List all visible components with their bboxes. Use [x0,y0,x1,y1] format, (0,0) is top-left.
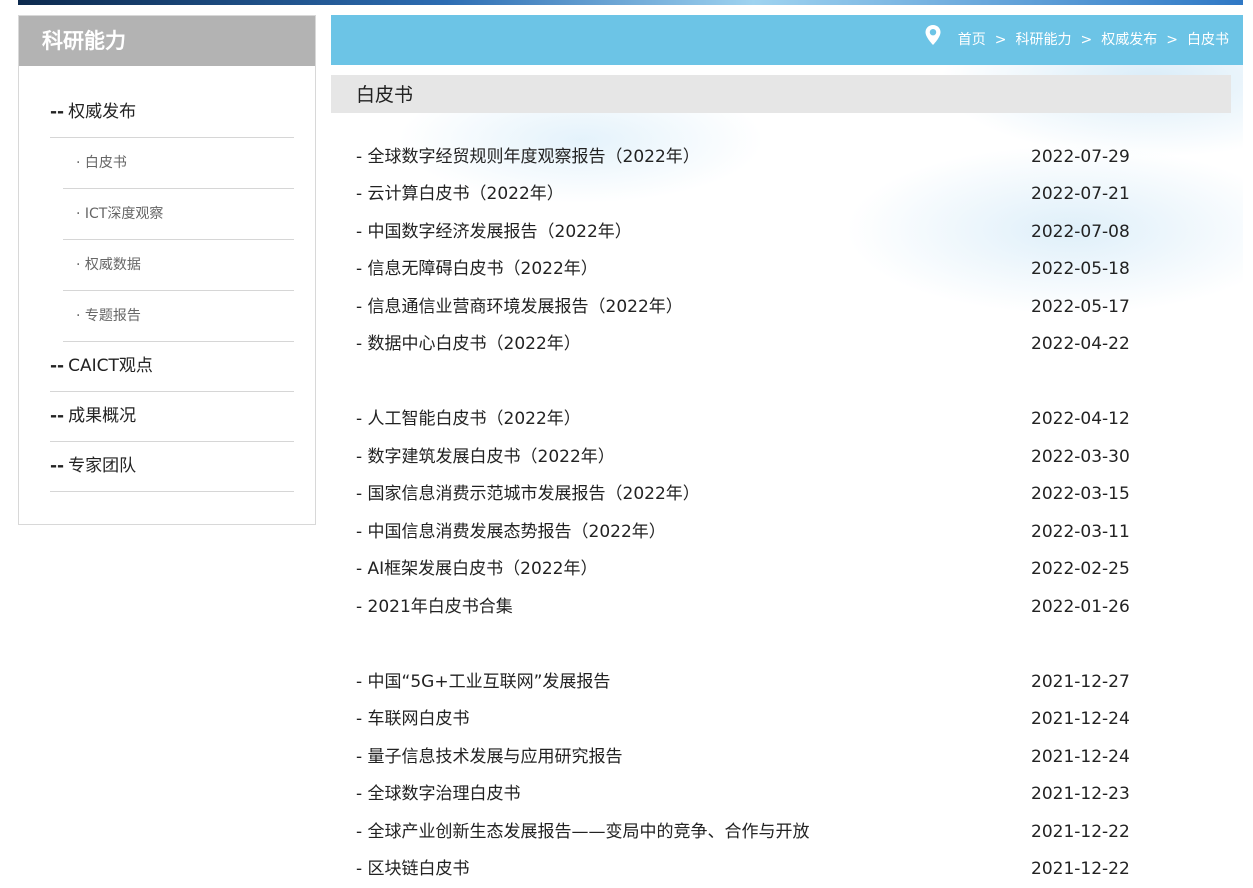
list-item[interactable]: - 全球数字经贸规则年度观察报告（2022年） 2022-07-29 [356,138,1146,168]
list-item[interactable]: - 全球数字治理白皮书 2021-12-23 [356,775,1146,805]
article-date: 2022-07-08 [1031,222,1130,242]
article-title[interactable]: - AI框架发展白皮书（2022年） [356,550,597,588]
article-date: 2022-05-17 [1031,297,1130,317]
menu-dash: -- [50,456,65,476]
list-item[interactable]: - 2021年白皮书合集 2022-01-26 [356,588,1146,618]
submenu-label: 白皮书 [84,155,127,171]
breadcrumb-bar: 首页 > 科研能力 > 权威发布 > 白皮书 [331,15,1243,65]
submenu-item-special-report[interactable]: · 专题报告 [63,291,294,342]
list-item[interactable]: - 人工智能白皮书（2022年） 2022-04-12 [356,400,1146,430]
menu-label: 专家团队 [68,456,137,476]
breadcrumb-separator: > [1166,32,1178,48]
article-title[interactable]: - 量子信息技术发展与应用研究报告 [356,738,623,776]
submenu-bullet: · [76,308,81,324]
menu-dash: -- [50,406,65,426]
list-item[interactable]: - 中国“5G+工业互联网”发展报告 2021-12-27 [356,663,1146,693]
breadcrumb-authoritative-release[interactable]: 权威发布 [1101,12,1157,68]
list-item[interactable]: - 信息无障碍白皮书（2022年） 2022-05-18 [356,250,1146,280]
article-title[interactable]: - 中国信息消费发展态势报告（2022年） [356,513,666,551]
sidebar-menu: -- 权威发布 · 白皮书 · ICT深度观察 · 权威数据 · 专题报告 -- C… [50,88,294,492]
menu-label: 成果概况 [68,406,137,426]
submenu-label: ICT深度观察 [84,206,164,222]
article-date: 2021-12-27 [1031,672,1130,692]
breadcrumb-separator: > [1080,32,1093,48]
list-item[interactable]: - 数字建筑发展白皮书（2022年） 2022-03-30 [356,438,1146,468]
article-title[interactable]: - 中国数字经济发展报告（2022年） [356,213,632,251]
article-date: 2021-12-24 [1031,709,1130,729]
menu-dash: -- [50,102,65,122]
article-date: 2021-12-23 [1031,784,1130,804]
submenu-item-ict-observation[interactable]: · ICT深度观察 [63,189,294,240]
article-title[interactable]: - 中国“5G+工业互联网”发展报告 [356,663,610,701]
article-title[interactable]: - 数据中心白皮书（2022年） [356,325,581,363]
breadcrumb: 首页 > 科研能力 > 权威发布 > 白皮书 [924,15,1229,65]
submenu-bullet: · [76,155,81,171]
submenu-bullet: · [76,257,81,273]
article-title[interactable]: - 全球数字经贸规则年度观察报告（2022年） [356,138,700,176]
article-title[interactable]: - 信息通信业营商环境发展报告（2022年） [356,288,683,326]
menu-item-caict-viewpoint[interactable]: -- CAICT观点 [50,342,294,392]
list-item[interactable]: - 区块链白皮书 2021-12-22 [356,850,1146,880]
article-date: 2022-07-21 [1031,184,1130,204]
article-title[interactable]: - 区块链白皮书 [356,850,470,888]
sidebar-title: 科研能力 [19,16,315,66]
menu-item-expert-team[interactable]: -- 专家团队 [50,442,294,492]
list-item[interactable]: - 车联网白皮书 2021-12-24 [356,700,1146,730]
article-date: 2022-05-18 [1031,259,1130,279]
article-title[interactable]: - 全球产业创新生态发展报告——变局中的竞争、合作与开放 [356,813,810,851]
menu-label: CAICT观点 [68,356,153,376]
submenu-item-whitepaper[interactable]: · 白皮书 [63,138,294,189]
article-title[interactable]: - 车联网白皮书 [356,700,470,738]
article-date: 2022-03-15 [1031,484,1130,504]
article-date: 2021-12-22 [1031,859,1130,879]
list-item[interactable]: - 数据中心白皮书（2022年） 2022-04-22 [356,325,1146,355]
article-date: 2022-04-22 [1031,334,1130,354]
breadcrumb-research[interactable]: 科研能力 [1016,12,1072,68]
list-item[interactable]: - 中国数字经济发展报告（2022年） 2022-07-08 [356,213,1146,243]
article-title[interactable]: - 全球数字治理白皮书 [356,775,521,813]
article-title[interactable]: - 2021年白皮书合集 [356,588,513,626]
list-item[interactable]: - 量子信息技术发展与应用研究报告 2021-12-24 [356,738,1146,768]
article-date: 2022-03-30 [1031,447,1130,467]
breadcrumb-home[interactable]: 首页 [958,12,986,68]
location-pin-icon [925,25,941,45]
article-date: 2022-04-12 [1031,409,1130,429]
article-title[interactable]: - 信息无障碍白皮书（2022年） [356,250,598,288]
list-item[interactable]: - 国家信息消费示范城市发展报告（2022年） 2022-03-15 [356,475,1146,505]
sidebar: 科研能力 -- 权威发布 · 白皮书 · ICT深度观察 · 权威数据 · 专题报… [18,15,316,525]
submenu-item-authoritative-data[interactable]: · 权威数据 [63,240,294,291]
breadcrumb-whitepaper[interactable]: 白皮书 [1187,12,1229,68]
menu-item-authoritative-release[interactable]: -- 权威发布 [50,88,294,138]
menu-label: 权威发布 [68,102,137,122]
article-date: 2022-02-25 [1031,559,1130,579]
menu-item-achievements[interactable]: -- 成果概况 [50,392,294,442]
article-date: 2022-03-11 [1031,522,1130,542]
list-item[interactable]: - AI框架发展白皮书（2022年） 2022-02-25 [356,550,1146,580]
article-date: 2021-12-22 [1031,822,1130,842]
submenu-label: 专题报告 [84,308,141,324]
list-item[interactable]: - 云计算白皮书（2022年） 2022-07-21 [356,175,1146,205]
article-title[interactable]: - 数字建筑发展白皮书（2022年） [356,438,615,476]
article-date: 2022-07-29 [1031,147,1130,167]
menu-dash: -- [50,356,65,376]
top-banner-strip [18,0,1243,5]
list-item[interactable]: - 全球产业创新生态发展报告——变局中的竞争、合作与开放 2021-12-22 [356,813,1146,843]
article-date: 2022-01-26 [1031,597,1130,617]
list-item[interactable]: - 信息通信业营商环境发展报告（2022年） 2022-05-17 [356,288,1146,318]
submenu-bullet: · [76,206,81,222]
breadcrumb-separator: > [994,32,1007,48]
section-title: 白皮书 [331,75,1231,113]
article-date: 2021-12-24 [1031,747,1130,767]
submenu-label: 权威数据 [84,257,141,273]
article-title[interactable]: - 云计算白皮书（2022年） [356,175,564,213]
article-title[interactable]: - 国家信息消费示范城市发展报告（2022年） [356,475,700,513]
list-item[interactable]: - 中国信息消费发展态势报告（2022年） 2022-03-11 [356,513,1146,543]
article-title[interactable]: - 人工智能白皮书（2022年） [356,400,581,438]
